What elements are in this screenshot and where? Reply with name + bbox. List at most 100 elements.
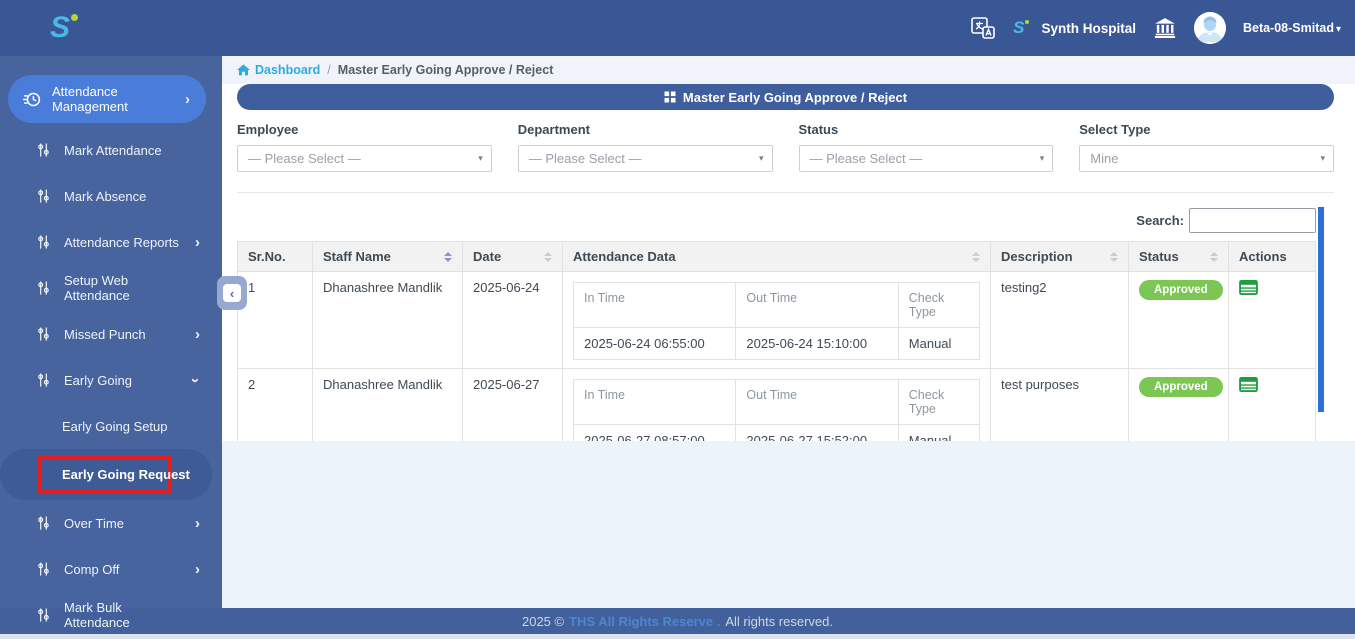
sidebar-item-mark-attendance[interactable]: Mark Attendance bbox=[0, 127, 222, 173]
breadcrumb: Dashboard / Master Early Going Approve /… bbox=[222, 56, 1355, 84]
select-type-filter-label: Select Type bbox=[1079, 122, 1151, 137]
col-staff-name: Staff Name bbox=[312, 241, 463, 272]
search-input[interactable] bbox=[1189, 208, 1316, 233]
panel-title-bar: Master Early Going Approve / Reject bbox=[237, 84, 1334, 110]
sort-icon[interactable] bbox=[1210, 252, 1218, 262]
cell-actions bbox=[1228, 368, 1316, 441]
status-filter-label: Status bbox=[798, 122, 839, 137]
cell-attendance-data: In Time Out Time Check Type 2025-06-27 08:… bbox=[562, 368, 991, 441]
sidebar-item-attendance-reports[interactable]: Attendance Reports › bbox=[0, 219, 222, 265]
cell-srno: 2 bbox=[237, 368, 313, 441]
chevron-right-icon: › bbox=[195, 325, 200, 343]
footer-year: 2025 © bbox=[521, 613, 565, 629]
department-filter-label: Department bbox=[517, 122, 590, 137]
cell-status: Approved bbox=[1128, 271, 1229, 369]
table-scrollbar[interactable] bbox=[1318, 207, 1324, 412]
sort-icon[interactable] bbox=[972, 252, 980, 262]
status-badge: Approved bbox=[1139, 280, 1223, 300]
search-label: Search: bbox=[1136, 213, 1184, 228]
breadcrumb-dashboard-link[interactable]: Dashboard bbox=[237, 63, 320, 77]
sidebar-item-over-time[interactable]: Over Time › bbox=[0, 500, 222, 546]
sidebar-item-mark-absence[interactable]: Mark Absence bbox=[0, 173, 222, 219]
sidebar-subitem-early-going-request[interactable]: Early Going Request bbox=[0, 449, 222, 500]
chevron-left-icon: ‹ bbox=[223, 284, 241, 302]
sort-icon[interactable] bbox=[1110, 252, 1118, 262]
search-row: Search: bbox=[222, 193, 1355, 241]
select-caret-icon: ▾ bbox=[478, 153, 483, 163]
col-date: Date bbox=[462, 241, 563, 272]
col-status: Status bbox=[1128, 241, 1229, 272]
sort-icon[interactable] bbox=[544, 252, 552, 262]
sidebar-subitem-early-going-setup[interactable]: Early Going Setup bbox=[0, 403, 222, 449]
sidebar-collapse-button[interactable]: ‹ bbox=[217, 276, 247, 310]
chevron-down-icon: › bbox=[187, 377, 204, 383]
user-avatar[interactable] bbox=[1193, 12, 1226, 44]
sidebar-module-attendance-management[interactable]: Attendance Management › bbox=[8, 75, 206, 123]
employee-filter-label: Employee bbox=[237, 122, 299, 137]
cell-staff: Dhanashree Mandlik bbox=[312, 368, 463, 441]
hospital-logo-s: S bbox=[1013, 19, 1030, 38]
sliders-icon bbox=[36, 326, 51, 342]
status-badge: Approved bbox=[1139, 377, 1223, 397]
breadcrumb-separator: / bbox=[327, 63, 331, 77]
history-clock-icon bbox=[22, 90, 41, 109]
sidebar-nav: Attendance Management › Mark Attendance … bbox=[0, 56, 222, 630]
col-description: Description bbox=[990, 241, 1129, 272]
select-caret-icon: ▾ bbox=[758, 153, 764, 163]
module-label: Attendance Management bbox=[52, 84, 128, 114]
chevron-right-icon: › bbox=[195, 514, 200, 532]
sliders-icon bbox=[36, 515, 51, 531]
view-details-button[interactable] bbox=[1239, 280, 1258, 295]
cell-description: testing2 bbox=[990, 271, 1129, 369]
sliders-icon bbox=[36, 142, 51, 158]
sidebar-item-comp-off[interactable]: Comp Off › bbox=[0, 546, 222, 592]
sidebar-item-mark-bulk-attendance[interactable]: Mark Bulk Attendance bbox=[0, 592, 222, 638]
employee-select[interactable]: — Please Select — ▾ bbox=[237, 145, 492, 172]
cell-date: 2025-06-24 bbox=[462, 271, 563, 369]
status-select[interactable]: — Please Select — ▾ bbox=[798, 145, 1054, 172]
col-attendance-data: Attendance Data bbox=[562, 241, 991, 272]
sliders-icon bbox=[36, 607, 51, 623]
bank-icon[interactable] bbox=[1153, 17, 1177, 39]
caret-down-icon[interactable]: ▾ bbox=[1336, 24, 1341, 35]
cell-status: Approved bbox=[1128, 368, 1229, 441]
attendance-subtable: In Time Out Time Check Type 2025-06-27 08:… bbox=[572, 379, 981, 441]
panel-title: Master Early Going Approve / Reject bbox=[682, 89, 908, 105]
view-details-button[interactable] bbox=[1239, 377, 1258, 392]
home-icon bbox=[237, 64, 250, 76]
table-row: 2 Dhanashree Mandlik 2025-06-27 In Time O… bbox=[237, 368, 1316, 441]
breadcrumb-current: Master Early Going Approve / Reject bbox=[337, 63, 554, 77]
select-caret-icon: ▾ bbox=[1039, 153, 1045, 163]
footer-link[interactable]: THS All Rights Reserve . bbox=[569, 614, 720, 629]
filter-row: Employee — Please Select — ▾ Department … bbox=[222, 110, 1355, 172]
col-actions: Actions bbox=[1228, 241, 1316, 272]
top-header-bar: S S Synth Hospital Beta-08-Smitad ▾ bbox=[0, 0, 1355, 56]
translate-icon[interactable] bbox=[970, 16, 996, 40]
cell-srno: 1 bbox=[237, 271, 313, 369]
cell-actions bbox=[1228, 271, 1316, 369]
sliders-icon bbox=[36, 280, 51, 296]
col-srno: Sr.No. bbox=[237, 241, 313, 272]
select-type-select[interactable]: Mine ▾ bbox=[1079, 145, 1334, 172]
table-row: 1 Dhanashree Mandlik 2025-06-24 In Time O… bbox=[237, 271, 1316, 369]
hospital-name: Synth Hospital bbox=[1041, 20, 1136, 36]
sidebar-item-missed-punch[interactable]: Missed Punch › bbox=[0, 311, 222, 357]
footer-rights: All rights reserved. bbox=[725, 613, 833, 629]
logo-s-glyph: S bbox=[50, 11, 71, 44]
cell-staff: Dhanashree Mandlik bbox=[312, 271, 463, 369]
chevron-right-icon: › bbox=[185, 90, 190, 108]
chevron-right-icon: › bbox=[195, 233, 200, 251]
cell-description: test purposes bbox=[990, 368, 1129, 441]
sidebar-item-setup-web-attendance[interactable]: Setup Web Attendance bbox=[0, 265, 222, 311]
cell-attendance-data: In Time Out Time Check Type 2025-06-24 06:… bbox=[562, 271, 991, 369]
sliders-icon bbox=[36, 234, 51, 250]
requests-table: Sr.No. Staff Name Date Attendance Data D… bbox=[237, 241, 1316, 441]
sort-icon[interactable] bbox=[444, 252, 452, 262]
sliders-icon bbox=[36, 372, 51, 388]
user-name[interactable]: Beta-08-Smitad bbox=[1243, 21, 1334, 35]
app-logo[interactable]: S bbox=[50, 11, 79, 44]
department-select[interactable]: — Please Select — ▾ bbox=[517, 145, 773, 172]
table-header-row: Sr.No. Staff Name Date Attendance Data D… bbox=[237, 241, 1316, 272]
sliders-icon bbox=[36, 188, 51, 204]
sidebar-item-early-going[interactable]: Early Going › bbox=[0, 357, 222, 403]
